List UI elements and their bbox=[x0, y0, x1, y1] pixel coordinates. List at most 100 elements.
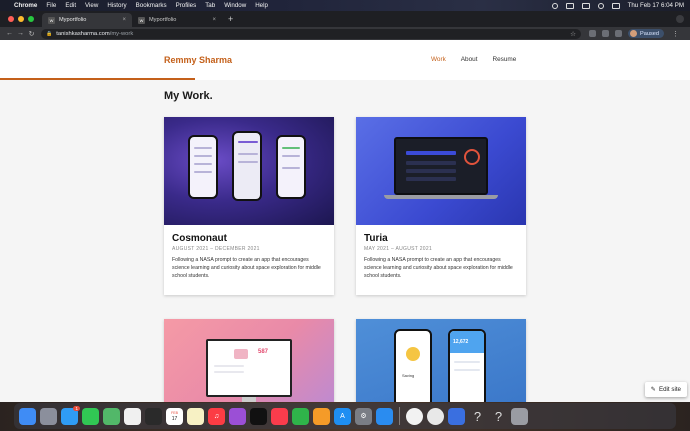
active-nav-underline bbox=[0, 78, 195, 80]
project-dates: AUGUST 2021 – DECEMBER 2021 bbox=[172, 246, 260, 252]
launchpad-icon[interactable] bbox=[40, 407, 57, 425]
system-preferences-icon[interactable]: ⚙ bbox=[355, 407, 372, 425]
laptop-mockup bbox=[394, 137, 488, 195]
web-page: Remmy Sharma Work About Resume My Work. bbox=[0, 40, 690, 402]
section-title: My Work. bbox=[164, 90, 213, 102]
bookmark-star-icon[interactable]: ☆ bbox=[570, 30, 576, 38]
mail-icon[interactable]: 1 bbox=[61, 405, 80, 425]
new-tab-icon[interactable]: + bbox=[228, 14, 233, 24]
site-header: Remmy Sharma Work About Resume bbox=[0, 40, 690, 80]
menu-file[interactable]: File bbox=[46, 2, 56, 9]
finder-icon[interactable] bbox=[19, 407, 36, 425]
browser-tab-strip: W Myportfolio × W Myportfolio × + bbox=[0, 11, 690, 27]
address-bar[interactable]: 🔒 tanishkasharma.com /my-work ☆ bbox=[41, 28, 581, 39]
chrome-icon[interactable] bbox=[406, 407, 423, 425]
tab-search-icon[interactable] bbox=[676, 15, 684, 23]
forward-arrow-icon[interactable]: → bbox=[15, 30, 26, 37]
calendar-icon[interactable]: FEB 17 bbox=[166, 407, 183, 425]
menubar-clock[interactable]: Thu Feb 17 6:04 PM bbox=[628, 2, 684, 9]
project-thumbnail[interactable]: 587 bbox=[164, 319, 334, 402]
dock-divider bbox=[399, 407, 400, 425]
status-icon[interactable] bbox=[551, 2, 558, 9]
profile-status: Paused bbox=[640, 30, 659, 37]
monitor-mockup: 587 bbox=[206, 339, 292, 397]
music-icon[interactable]: ♫ bbox=[208, 407, 225, 425]
browser-toolbar: ← → ↻ 🔒 tanishkasharma.com /my-work ☆ Pa… bbox=[0, 27, 690, 40]
podcasts-icon[interactable] bbox=[229, 407, 246, 425]
project-thumbnail[interactable] bbox=[356, 117, 526, 225]
profile-button[interactable]: Paused bbox=[628, 29, 664, 38]
zoom-window-icon[interactable] bbox=[28, 16, 34, 22]
apple-tv-icon[interactable] bbox=[250, 407, 267, 425]
project-card[interactable]: 587 bbox=[164, 319, 334, 402]
url-path: /my-work bbox=[109, 30, 134, 37]
window-controls bbox=[8, 16, 34, 22]
more-menu-icon[interactable]: ⋮ bbox=[670, 30, 681, 38]
unknown-app-icon[interactable]: ? bbox=[490, 408, 507, 425]
extension-icon[interactable] bbox=[602, 30, 609, 37]
menu-help[interactable]: Help bbox=[255, 2, 268, 9]
menu-window[interactable]: Window bbox=[224, 2, 246, 9]
macos-menubar: Chrome File Edit View History Bookmarks … bbox=[0, 0, 690, 11]
app-store-icon[interactable]: A bbox=[334, 407, 351, 425]
tab-title: Myportfolio bbox=[59, 17, 87, 23]
phone-mockup: 12,672 bbox=[448, 329, 486, 402]
saving-label: Saving bbox=[402, 373, 415, 378]
photos-icon[interactable] bbox=[124, 407, 141, 425]
lock-icon[interactable]: 🔒 bbox=[46, 31, 52, 37]
notes-icon[interactable] bbox=[187, 407, 204, 425]
close-window-icon[interactable] bbox=[8, 16, 14, 22]
facetime-icon[interactable] bbox=[145, 407, 162, 425]
maps-icon[interactable] bbox=[103, 407, 120, 425]
laptop-base bbox=[384, 195, 498, 199]
menu-profiles[interactable]: Profiles bbox=[176, 2, 197, 9]
app-icon[interactable] bbox=[448, 407, 465, 425]
url-host: tanishkasharma.com bbox=[56, 30, 110, 37]
phone-mockup bbox=[188, 135, 218, 199]
unknown-app-icon[interactable]: ? bbox=[469, 408, 486, 425]
app-icon[interactable] bbox=[427, 407, 444, 425]
project-card[interactable]: Saving 12,672 bbox=[356, 319, 526, 402]
numbers-icon[interactable] bbox=[292, 407, 309, 425]
menu-bookmarks[interactable]: Bookmarks bbox=[136, 2, 167, 9]
project-card-cosmonaut[interactable]: Cosmonaut AUGUST 2021 – DECEMBER 2021 Fo… bbox=[164, 117, 334, 295]
close-tab-icon[interactable]: × bbox=[122, 17, 126, 23]
spotlight-icon[interactable] bbox=[597, 2, 604, 9]
tab-myportfolio-active[interactable]: W Myportfolio × bbox=[42, 13, 132, 27]
trash-icon[interactable] bbox=[511, 407, 528, 425]
tab-title: Myportfolio bbox=[149, 17, 177, 23]
pages-icon[interactable] bbox=[313, 407, 330, 425]
score-label: 587 bbox=[258, 349, 269, 355]
minimize-window-icon[interactable] bbox=[18, 16, 24, 22]
safari-icon[interactable] bbox=[376, 407, 393, 425]
puzzle-extensions-icon[interactable] bbox=[615, 30, 622, 37]
edit-site-button[interactable]: ✎ Edit site bbox=[644, 382, 687, 397]
nav-resume[interactable]: Resume bbox=[493, 56, 517, 63]
tab-myportfolio[interactable]: W Myportfolio × bbox=[132, 13, 222, 27]
news-icon[interactable] bbox=[271, 407, 288, 425]
menu-view[interactable]: View bbox=[85, 2, 98, 9]
project-dates: MAY 2021 – AUGUST 2021 bbox=[364, 246, 433, 252]
project-thumbnail[interactable] bbox=[164, 117, 334, 225]
battery-icon[interactable] bbox=[581, 2, 590, 9]
menu-edit[interactable]: Edit bbox=[65, 2, 76, 9]
extension-icon[interactable] bbox=[589, 30, 596, 37]
close-tab-icon[interactable]: × bbox=[212, 17, 216, 23]
project-thumbnail[interactable]: Saving 12,672 bbox=[356, 319, 526, 402]
menu-app-name[interactable]: Chrome bbox=[14, 2, 37, 9]
control-center-icon[interactable] bbox=[611, 2, 620, 9]
nav-about[interactable]: About bbox=[461, 56, 478, 63]
back-arrow-icon[interactable]: ← bbox=[4, 30, 15, 37]
menu-history[interactable]: History bbox=[107, 2, 126, 9]
menu-tab[interactable]: Tab bbox=[205, 2, 215, 9]
nav-work[interactable]: Work bbox=[431, 56, 446, 63]
wifi-icon[interactable] bbox=[565, 2, 574, 9]
site-logo[interactable]: Remmy Sharma bbox=[164, 55, 232, 65]
macos-dock: 1 FEB 17 ♫ A ⚙ ? ? bbox=[14, 403, 676, 429]
project-card-turia[interactable]: Turia MAY 2021 – AUGUST 2021 Following a… bbox=[356, 117, 526, 295]
phone-mockup: Saving bbox=[394, 329, 432, 402]
messages-icon[interactable] bbox=[82, 407, 99, 425]
calendar-day: 17 bbox=[171, 416, 178, 422]
reload-icon[interactable]: ↻ bbox=[26, 30, 37, 38]
mail-badge: 1 bbox=[73, 405, 80, 411]
